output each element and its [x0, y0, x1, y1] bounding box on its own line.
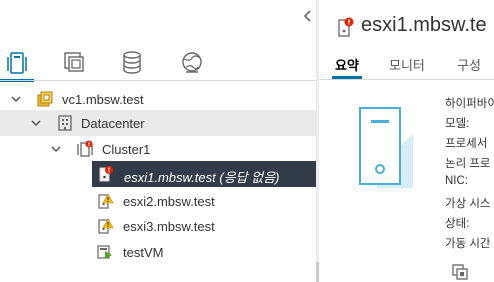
database-icon [123, 51, 141, 74]
tree-node-cluster[interactable]: Cluster1 [0, 136, 316, 162]
chevron-down-icon[interactable] [50, 143, 62, 155]
hosts-clusters-icon [7, 52, 27, 74]
vcenter-icon [37, 91, 53, 107]
host-error-icon [99, 166, 113, 182]
vms-and-templates-tab[interactable] [57, 46, 91, 80]
virtual-machines-label: 가상 시스 [445, 198, 491, 210]
uptime-label: 가동 시간 [445, 238, 491, 250]
network-globe-icon [182, 52, 202, 73]
storage-tab[interactable] [115, 46, 149, 80]
tree-node-label: Cluster1 [102, 142, 151, 157]
chevron-down-icon[interactable] [30, 117, 42, 129]
chevron-left-icon [303, 10, 311, 22]
tab-monitor[interactable]: 모니터 [389, 55, 425, 74]
collapse-navigator-button[interactable] [300, 6, 316, 26]
host-server-illustration [359, 107, 413, 188]
tree-node-label: Datacenter [81, 116, 145, 131]
tree-node-label: esxi3.mbsw.test [123, 219, 215, 234]
state-label: 상태: [445, 218, 470, 230]
tree-node-host-selected[interactable]: esxi1.mbsw.test (응답 없음) [92, 161, 316, 187]
host-warning-icon [98, 218, 114, 234]
hypervisor-label: 하이퍼바이 [445, 98, 494, 110]
tab-configure[interactable]: 구성 [457, 55, 481, 74]
tab-summary[interactable]: 요약 [335, 55, 359, 74]
vm-powered-on-icon [97, 245, 112, 259]
datacenter-icon [58, 115, 72, 131]
page-title: esxi1.mbsw.te [361, 14, 487, 36]
host-actions-icon[interactable] [451, 263, 469, 282]
vms-templates-icon [64, 52, 84, 72]
host-warning-icon [98, 193, 114, 209]
nic-label: NIC: [445, 175, 468, 187]
navigator-panel: vc1.mbsw.test Datacenter Cluster1 esxi1.… [0, 0, 316, 282]
divider [0, 80, 316, 81]
processor-type-label: 프로세서 [445, 138, 488, 150]
tree-node-host[interactable]: esxi3.mbsw.test [0, 213, 316, 239]
hosts-and-clusters-tab[interactable] [0, 46, 34, 80]
tree-node-label: esxi2.mbsw.test [123, 194, 215, 209]
host-error-icon [338, 17, 354, 37]
chevron-down-icon[interactable] [10, 93, 22, 105]
tree-node-vm[interactable]: testVM [0, 239, 316, 265]
navigator-view-tabs [0, 46, 316, 82]
tree-node-label: esxi1.mbsw.test (응답 없음) [124, 170, 280, 185]
divider [319, 79, 494, 80]
tree-node-datacenter[interactable]: Datacenter [0, 110, 316, 136]
object-content-panel: esxi1.mbsw.te 요약 모니터 구성 하이퍼바이 모델: 프로세서 논… [319, 0, 494, 282]
tree-node-vcenter[interactable]: vc1.mbsw.test [0, 86, 316, 112]
tree-node-label: testVM [123, 245, 164, 260]
logical-processors-label: 논리 프로 [445, 158, 491, 170]
cluster-alert-icon [77, 140, 93, 157]
networking-tab[interactable] [175, 46, 209, 80]
tree-node-label: vc1.mbsw.test [62, 92, 144, 107]
tree-node-host[interactable]: esxi2.mbsw.test [0, 188, 316, 214]
model-label: 모델: [445, 118, 470, 130]
